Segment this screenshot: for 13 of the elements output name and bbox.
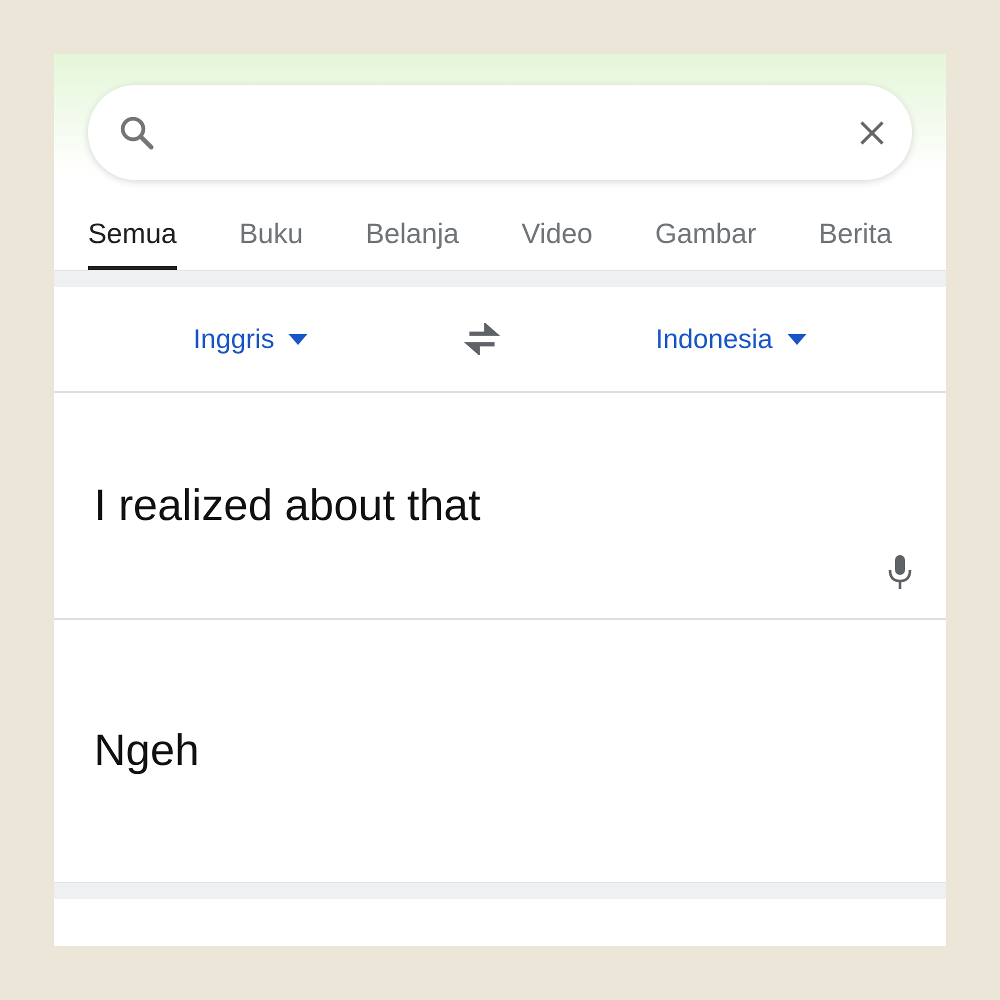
- close-icon[interactable]: [858, 118, 886, 146]
- tab[interactable]: Buku: [239, 210, 304, 270]
- target-language-dropdown[interactable]: Indonesia: [650, 322, 813, 356]
- caret-icon: [288, 334, 308, 344]
- caret-icon: [786, 334, 807, 344]
- tab[interactable]: Video: [522, 210, 593, 270]
- source-language-dropdown[interactable]: Inggris: [187, 322, 314, 356]
- tab[interactable]: Belanja: [366, 210, 459, 270]
- translated-text: Ngeh: [94, 726, 200, 776]
- source-text: I realized about that: [94, 480, 480, 530]
- microphone-icon[interactable]: [888, 554, 912, 590]
- tab[interactable]: Gambar: [655, 210, 756, 270]
- tab[interactable]: Berita: [818, 210, 892, 270]
